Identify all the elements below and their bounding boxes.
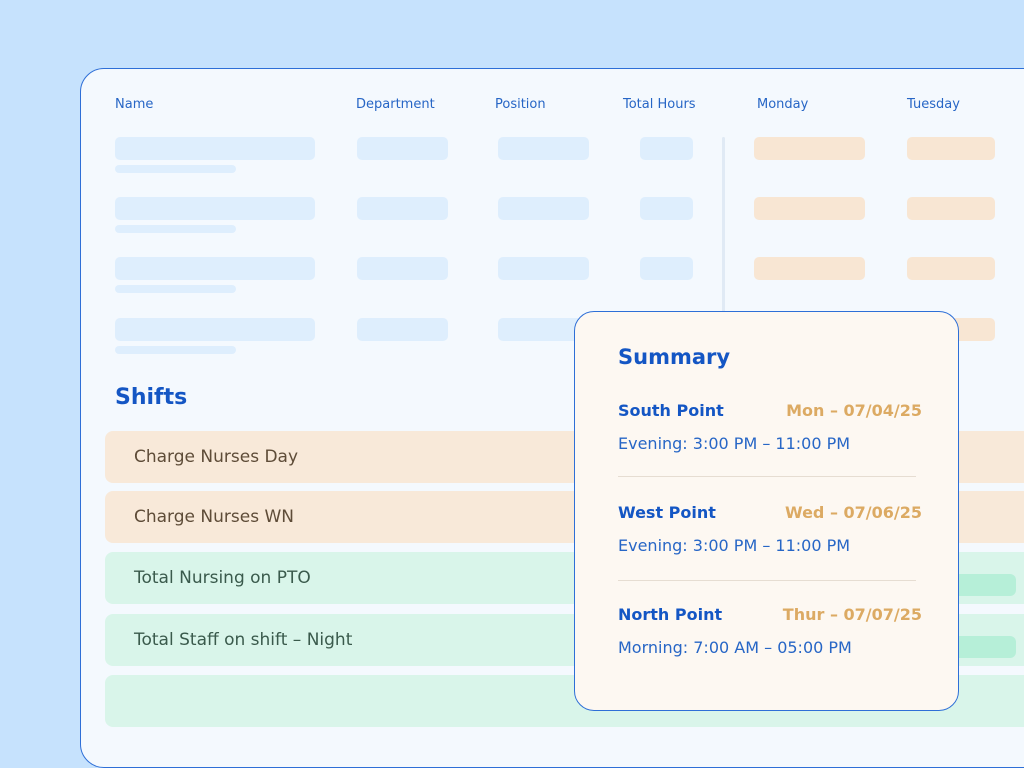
column-divider [722,137,725,337]
name-placeholder [115,197,315,220]
position-placeholder [498,137,589,160]
position-placeholder [498,197,589,220]
total-hours-placeholder [640,197,693,220]
name-subtext-placeholder [115,165,236,173]
monday-shift-placeholder [754,137,865,160]
name-subtext-placeholder [115,346,236,354]
shift-row-label: Total Nursing on PTO [134,568,311,588]
total-hours-placeholder [640,257,693,280]
name-placeholder [115,257,315,280]
monday-shift-placeholder [754,257,865,280]
column-header-name[interactable]: Name [115,97,153,112]
name-subtext-placeholder [115,225,236,233]
column-header-position[interactable]: Position [495,97,546,112]
summary-title: Summary [618,345,731,369]
shift-row-label: Charge Nurses Day [134,447,299,467]
name-subtext-placeholder [115,285,236,293]
column-header-department[interactable]: Department [356,97,435,112]
shift-row-label: Charge Nurses WN [134,507,294,527]
column-header-total-hours[interactable]: Total Hours [623,97,696,112]
department-placeholder [357,137,448,160]
summary-entry-location: North Point [618,605,723,624]
tuesday-shift-placeholder [907,137,995,160]
shifts-heading: Shifts [115,385,188,410]
column-header-monday[interactable]: Monday [757,97,808,112]
summary-entry-time: Morning: 7:00 AM – 05:00 PM [618,638,852,657]
name-placeholder [115,137,315,160]
summary-entry-location: South Point [618,401,724,420]
column-header-tuesday[interactable]: Tuesday [907,97,960,112]
summary-entry-date: Mon – 07/04/25 [786,401,922,420]
department-placeholder [357,318,448,341]
summary-entry-date: Thur – 07/07/25 [782,605,922,624]
tuesday-shift-placeholder [907,257,995,280]
department-placeholder [357,257,448,280]
summary-entry-time: Evening: 3:00 PM – 11:00 PM [618,536,851,555]
total-hours-placeholder [640,137,693,160]
summary-entry-location: West Point [618,503,716,522]
name-placeholder [115,318,315,341]
monday-shift-placeholder [754,197,865,220]
summary-divider [618,580,916,581]
position-placeholder [498,257,589,280]
summary-entry-date: Wed – 07/06/25 [784,503,922,522]
summary-panel: Summary South Point Mon – 07/04/25 Eveni… [574,311,959,711]
tuesday-shift-placeholder [907,197,995,220]
summary-divider [618,476,916,477]
shift-row-label: Total Staff on shift – Night [134,630,353,650]
department-placeholder [357,197,448,220]
summary-entry-time: Evening: 3:00 PM – 11:00 PM [618,434,851,453]
